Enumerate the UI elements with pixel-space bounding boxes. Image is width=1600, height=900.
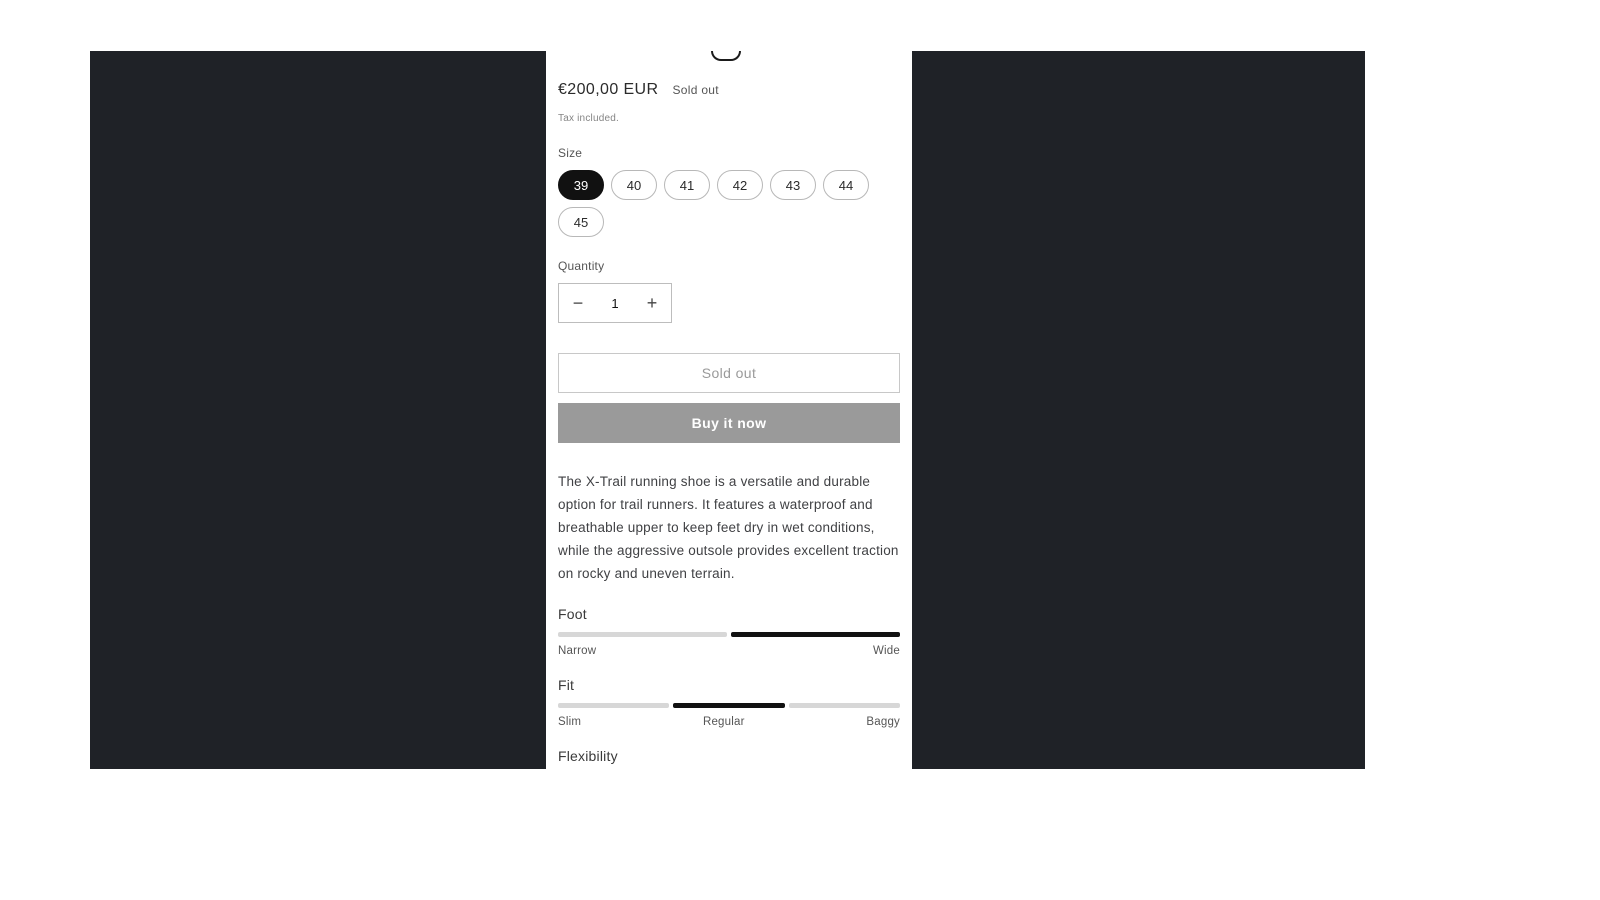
product-description: The X-Trail running shoe is a versatile …	[558, 471, 900, 586]
buy-it-now-button[interactable]: Buy it now	[558, 403, 900, 443]
quantity-section-label: Quantity	[558, 259, 900, 273]
size-option-42[interactable]: 42	[717, 170, 763, 200]
editor-dark-pane-left	[90, 51, 546, 769]
bar-fit-seg	[789, 703, 900, 708]
viewport: €200,00 EUR Sold out Tax included. Size …	[0, 0, 1600, 900]
attr-fit-center-label: Regular	[703, 716, 745, 728]
bar-fit-seg	[558, 703, 669, 708]
attr-fit: Fit Slim Regular Baggy	[558, 677, 900, 728]
attr-foot-title: Foot	[558, 606, 900, 622]
quantity-stepper: − 1 +	[558, 283, 672, 323]
attr-flex: Flexibility Low High	[558, 748, 900, 769]
quantity-increase-button[interactable]: +	[633, 284, 671, 322]
size-options: 394041424344 45	[558, 170, 900, 237]
attr-fit-right-label: Baggy	[866, 716, 900, 728]
size-option-44[interactable]: 44	[823, 170, 869, 200]
attr-fit-title: Fit	[558, 677, 900, 693]
product-content: €200,00 EUR Sold out Tax included. Size …	[546, 51, 912, 769]
bar-foot-seg	[731, 632, 900, 637]
size-option-39[interactable]: 39	[558, 170, 604, 200]
size-option-40[interactable]: 40	[611, 170, 657, 200]
quantity-decrease-button[interactable]: −	[559, 284, 597, 322]
attr-fit-left-label: Slim	[558, 716, 581, 728]
size-option-41[interactable]: 41	[664, 170, 710, 200]
quantity-value: 1	[597, 284, 633, 322]
size-section-label: Size	[558, 146, 900, 160]
bar-foot-seg	[558, 632, 727, 637]
product-page-preview: €200,00 EUR Sold out Tax included. Size …	[546, 51, 912, 769]
size-option-45[interactable]: 45	[558, 207, 604, 237]
sold-out-button[interactable]: Sold out	[558, 353, 900, 393]
size-option-43[interactable]: 43	[770, 170, 816, 200]
attr-foot-right-label: Wide	[873, 645, 900, 657]
product-price: €200,00 EUR	[558, 81, 658, 99]
editor-dark-pane-right	[912, 51, 1365, 769]
price-row: €200,00 EUR Sold out	[558, 81, 900, 99]
attr-foot: Foot Narrow Wide	[558, 606, 900, 657]
availability-badge: Sold out	[672, 83, 718, 97]
attr-flex-title: Flexibility	[558, 748, 900, 764]
attr-foot-bar	[558, 632, 900, 637]
bar-fit-seg	[673, 703, 784, 708]
attr-foot-left-label: Narrow	[558, 645, 596, 657]
attr-fit-bar	[558, 703, 900, 708]
tax-note: Tax included.	[558, 113, 900, 124]
